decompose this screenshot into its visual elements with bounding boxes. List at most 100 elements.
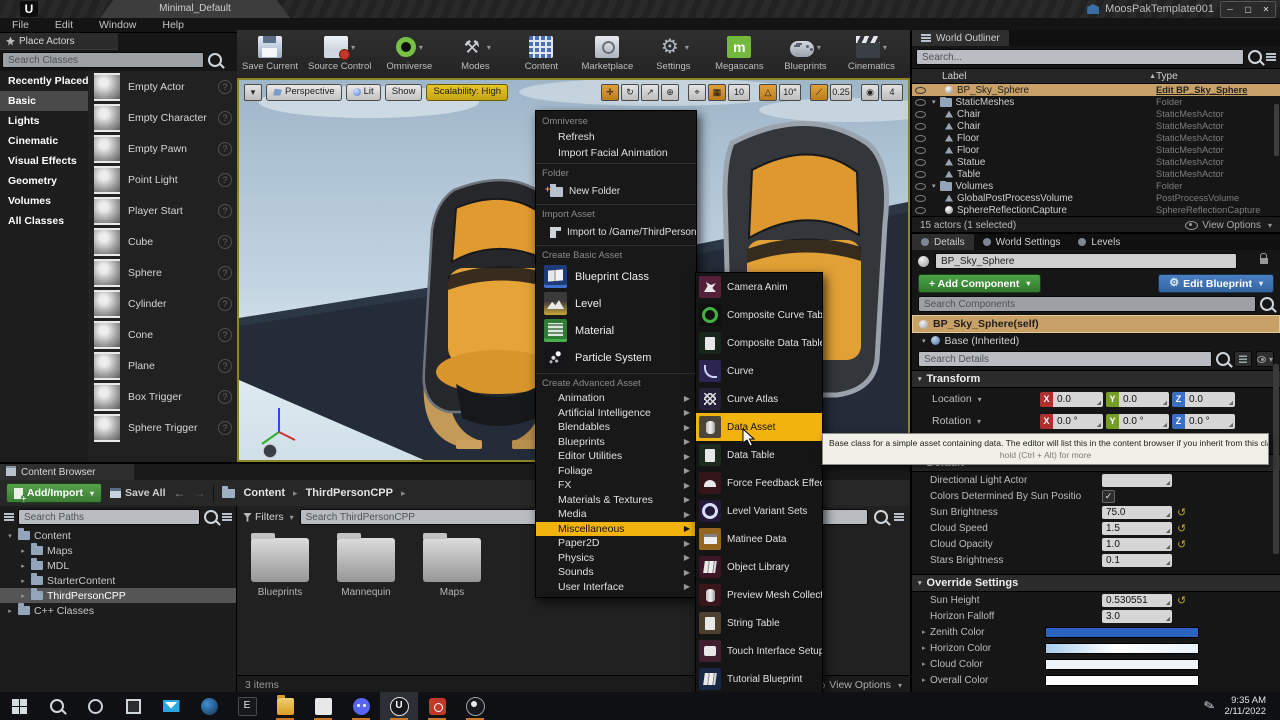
type-column-header[interactable]: Type [1156,71,1280,82]
place-actor-item[interactable]: Empty Character [88,102,237,133]
advanced-asset-menu-item[interactable]: Editor Utilities ▶ [536,449,696,464]
submenu-item[interactable]: String Table [696,609,822,637]
x-value-field[interactable]: 0.0 ° [1053,413,1103,429]
menu-item[interactable]: Help [162,19,184,31]
world-space-button[interactable]: ⊕ [661,83,679,101]
edit-blueprint-button[interactable]: ⚙ Edit Blueprint ▾ [1158,274,1274,293]
outliner-row[interactable]: ▾ Chair StaticMeshActor [912,108,1280,120]
advanced-asset-menu-item[interactable]: FX ▶ [536,478,696,493]
outliner-row[interactable]: ▾ BP_Sky_Sphere Edit BP_Sky_Sphere [912,84,1280,96]
chevron-down-icon[interactable]: ▾ [6,532,14,540]
rotation-snap-button[interactable]: △ [759,83,777,101]
details-tab[interactable]: Levels [1069,234,1129,250]
visibility-eye-icon[interactable] [915,170,926,178]
transform-section-header[interactable]: ▾ Transform [912,370,1280,388]
outliner-row-type[interactable]: StaticMeshActor [1156,157,1280,167]
toolbar-button[interactable]: ▾ Cinematics [838,34,904,72]
taskbar-button[interactable] [152,692,190,720]
submenu-item[interactable]: Data Asset [696,413,822,441]
submenu-item[interactable]: Composite Curve Table [696,301,822,329]
chevron-right-icon[interactable]: ▸ [19,547,27,555]
toolbar-button[interactable]: ▾ Megascans [706,34,772,72]
taskbar-button[interactable] [114,692,152,720]
outliner-row-type[interactable]: SphereReflectionCapture [1156,205,1280,215]
add-import-button[interactable]: Add/Import▾ [6,483,103,503]
submenu-item[interactable]: Level Variant Sets [696,497,822,525]
place-actor-item[interactable]: Cube [88,226,237,257]
advanced-asset-menu-item[interactable]: Paper2D ▶ [536,536,696,551]
outliner-row-type[interactable]: StaticMeshActor [1156,145,1280,155]
place-actor-item[interactable]: Cylinder [88,288,237,319]
taskbar-button[interactable] [76,692,114,720]
taskbar-button[interactable] [456,692,494,720]
details-tab[interactable]: Details [912,234,974,250]
breadcrumb-current[interactable]: ThirdPersonCPP [306,487,393,499]
add-actor-icon[interactable] [1266,53,1276,61]
toolbar-button[interactable]: ▾ Save Current [237,34,303,72]
asset-folder[interactable]: Maps [423,533,481,598]
close-button[interactable]: ✕ [1257,2,1275,17]
import-to-menu-item[interactable]: Import to /Game/ThirdPersonCPP... [536,222,696,243]
outliner-row[interactable]: ▾ GlobalPostProcessVolume PostProcessVol… [912,192,1280,204]
submenu-item[interactable]: Curve [696,357,822,385]
checkbox-checked-icon[interactable] [1102,489,1115,503]
revert-icon[interactable]: ↺ [1177,506,1186,519]
tray-app-icon[interactable]: ✎ [1202,697,1217,715]
taskbar-button[interactable] [266,692,304,720]
color-swatch[interactable] [1045,626,1199,638]
revert-icon[interactable]: ↺ [1177,594,1186,607]
content-browser-tab[interactable]: Content Browser [0,464,134,480]
filters-button[interactable]: Filters ▾ [243,511,294,523]
place-actor-item[interactable]: Cone [88,319,237,350]
details-scrollbar[interactable] [1273,364,1279,554]
camera-speed-value[interactable]: 4 [881,83,903,101]
taskbar-button[interactable] [380,692,418,720]
taskbar-button[interactable] [304,692,342,720]
advanced-asset-menu-item[interactable]: Blueprints ▶ [536,435,696,450]
submenu-item[interactable]: Composite Data Table [696,329,822,357]
advanced-asset-menu-item[interactable]: Artificial Intelligence ▶ [536,406,696,421]
scalability-button[interactable]: Scalability: High [426,83,509,101]
place-actor-item[interactable]: Plane [88,350,237,381]
outliner-row[interactable]: ▾ StaticMeshes Folder [912,96,1280,108]
viewport-options-button[interactable]: ▾ [244,83,262,101]
scale-snap-value[interactable]: 0.25 [830,83,852,101]
place-actors-category[interactable]: Recently Placed [0,71,89,91]
visibility-eye-icon[interactable] [915,206,926,214]
outliner-row-type[interactable]: Folder [1156,181,1280,191]
advanced-asset-menu-item[interactable]: Animation ▶ [536,391,696,406]
grid-snap-button[interactable]: ▦ [708,83,726,101]
save-all-button[interactable]: Save All [110,487,165,499]
z-value-field[interactable]: 0.0 ° [1185,413,1235,429]
rotate-tool-button[interactable]: ↻ [621,83,639,101]
lit-button[interactable]: Lit [345,83,381,101]
property-value-field[interactable]: 3.0 [1102,609,1172,623]
refresh-menu-item[interactable]: Refresh [536,129,696,145]
chevron-down-icon[interactable]: ▾ [351,43,355,52]
add-component-button[interactable]: + Add Component ▾ [918,274,1042,293]
submenu-item[interactable]: Preview Mesh Collection [696,581,822,609]
outliner-row-type[interactable]: Edit BP_Sky_Sphere [1156,85,1280,95]
sort-ascending-icon[interactable]: ▲ [1149,73,1156,80]
toolbar-button[interactable]: ▾ Content [508,34,574,72]
transform-row-label[interactable]: Rotation ▾ [932,415,1040,427]
perspective-button[interactable]: Perspective [266,83,342,101]
place-actors-category[interactable]: Cinematic [0,131,88,151]
override-settings-header[interactable]: ▾ Override Settings [912,574,1280,592]
rotation-snap-value[interactable]: 10° [779,83,801,101]
details-tab[interactable]: World Settings [974,234,1070,250]
taskbar-button[interactable] [418,692,456,720]
back-button[interactable]: ← [173,486,185,500]
import-facial-animation-menu-item[interactable]: Import Facial Animation [536,145,696,161]
content-tree-item[interactable]: ▾ ▸ MDL [0,558,236,573]
place-actors-category[interactable]: Lights [0,111,88,131]
color-swatch[interactable] [1045,674,1199,686]
breadcrumb-caret-icon[interactable]: ▸ [401,488,406,499]
chevron-right-icon[interactable]: ▸ [922,644,930,652]
content-tree-item[interactable]: ▾ ▸ C++ Classes [0,603,236,618]
show-button[interactable]: Show [384,83,423,101]
toolbar-button[interactable]: ▾ Omniverse [376,34,442,72]
world-outliner-tab[interactable]: World Outliner [912,30,1009,46]
submenu-item[interactable]: Camera Anim [696,273,822,301]
outliner-search-input[interactable] [916,49,1244,65]
